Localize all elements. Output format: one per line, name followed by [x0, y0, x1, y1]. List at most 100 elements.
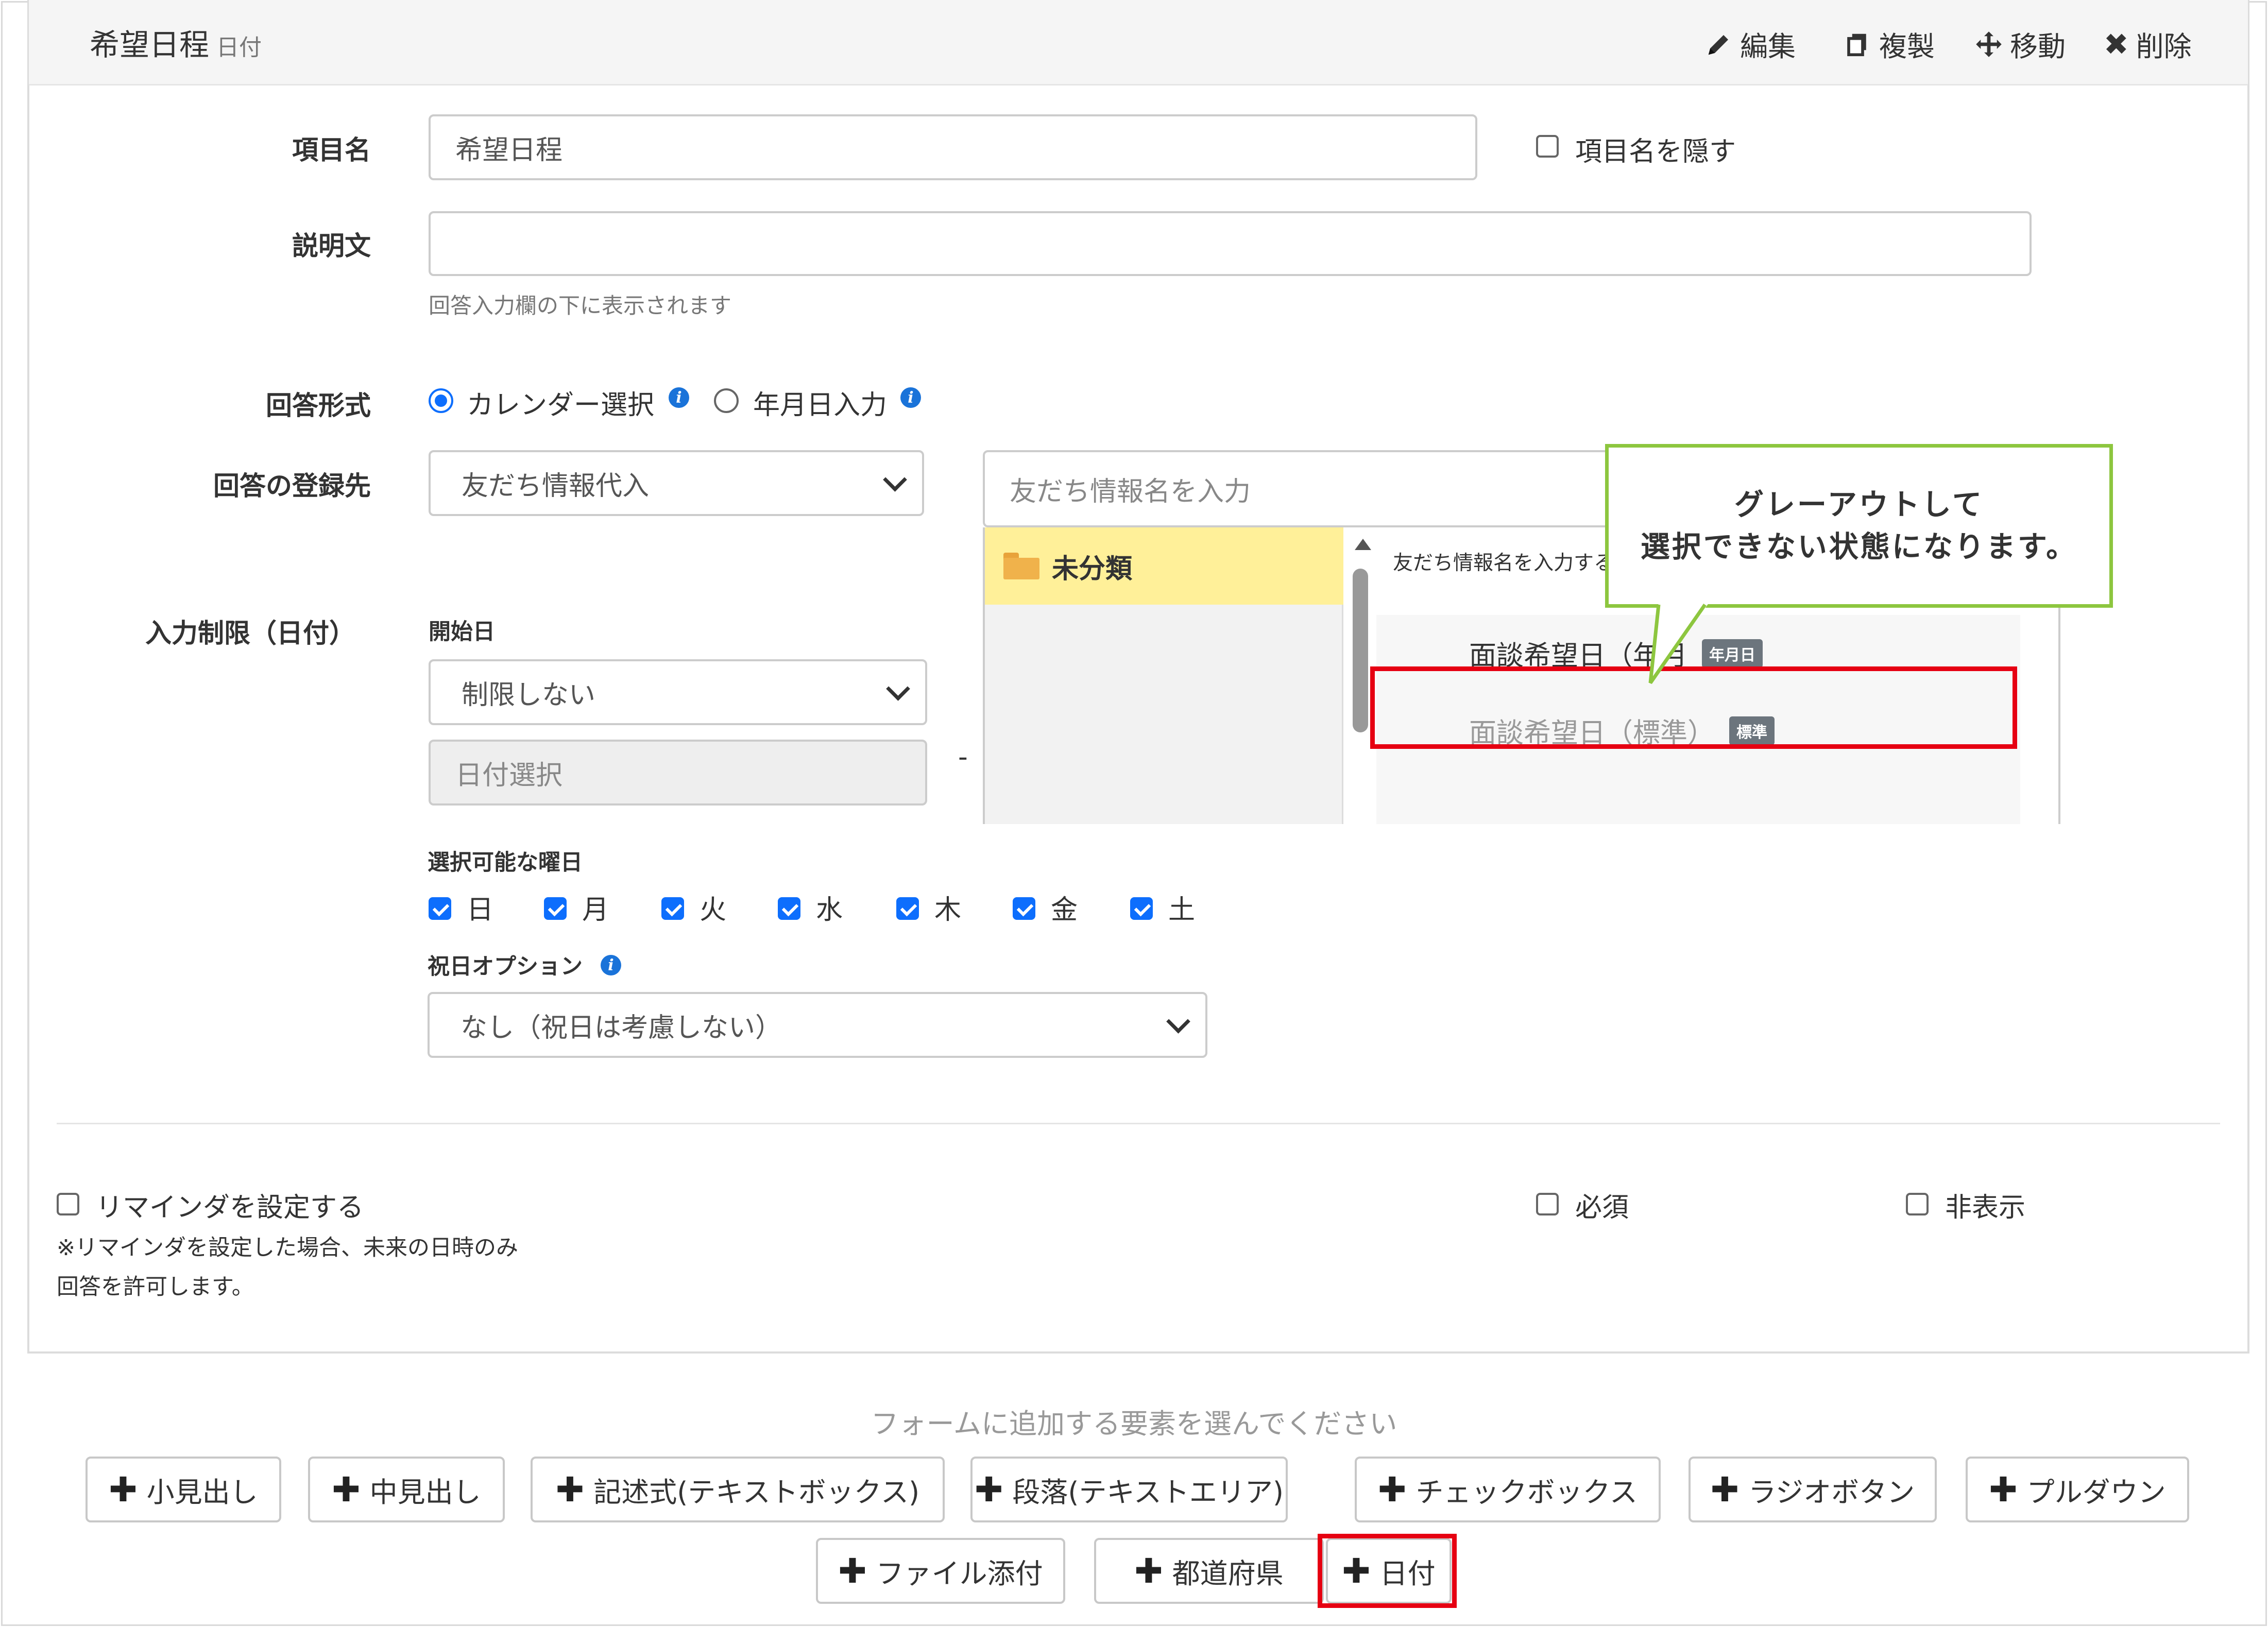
hidden-label: 非表示 — [1945, 1192, 2026, 1223]
folder-icon — [1003, 553, 1039, 579]
add-radio-button[interactable]: ✚ ラジオボタン — [1689, 1457, 1937, 1522]
add-medium-heading-button[interactable]: ✚ 中見出し — [308, 1457, 505, 1522]
weekday-sun-checkbox[interactable] — [429, 897, 451, 920]
weekday-fri-label: 金 — [1051, 895, 1078, 926]
plus-icon: ✚ — [1989, 1469, 2018, 1510]
chevron-down-icon — [1166, 1009, 1190, 1034]
section-divider — [57, 1123, 2220, 1124]
add-elements-prompt: フォームに追加する要素を選んでください — [871, 1408, 1397, 1440]
add-button-label: チェックボックス — [1416, 1476, 1638, 1509]
delete-label: 削除 — [2136, 30, 2192, 63]
add-button-label: 記述式(テキストボックス) — [593, 1476, 920, 1509]
add-textarea-button[interactable]: ✚ 段落(テキストエリア) — [970, 1457, 1288, 1522]
add-button-label: 都道府県 — [1172, 1557, 1284, 1590]
friend-info-search-input[interactable]: 友だち情報名を入力 — [983, 450, 1632, 527]
start-date-label: 開始日 — [429, 619, 495, 645]
delete-button[interactable]: ✖ 削除 — [2104, 24, 2192, 64]
hide-item-name-label: 項目名を隠す — [1575, 136, 1736, 167]
close-icon: ✖ — [2104, 26, 2129, 62]
info-icon[interactable]: i — [601, 955, 621, 975]
reminder-note-1: ※リマインダを設定した場合、未来の日時のみ — [57, 1235, 519, 1261]
plus-icon: ✚ — [1710, 1469, 1740, 1510]
add-small-heading-button[interactable]: ✚ 小見出し — [86, 1457, 281, 1522]
plus-icon: ✚ — [975, 1469, 1003, 1510]
weekday-mon-checkbox[interactable] — [544, 897, 567, 920]
holiday-option-label: 祝日オプション — [428, 954, 583, 980]
description-hint: 回答入力欄の下に表示されます — [429, 293, 732, 318]
required-checkbox[interactable] — [1536, 1193, 1559, 1215]
add-checkbox-button[interactable]: ✚ チェックボックス — [1355, 1457, 1661, 1522]
add-pulldown-button[interactable]: ✚ プルダウン — [1966, 1457, 2189, 1522]
reminder-checkbox[interactable] — [57, 1193, 79, 1215]
weekday-tue-label: 火 — [700, 895, 727, 926]
category-item[interactable]: 未分類 — [985, 527, 1343, 605]
date-button-highlight — [1318, 1534, 1457, 1608]
move-label: 移動 — [2010, 30, 2066, 63]
add-textbox-button[interactable]: ✚ 記述式(テキストボックス) — [531, 1457, 945, 1522]
weekday-tue-checkbox[interactable] — [661, 897, 684, 920]
calendar-radio-label: カレンダー選択 — [467, 390, 655, 421]
category-column: 未分類 — [985, 527, 1343, 824]
item-name-input[interactable]: 希望日程 — [429, 114, 1477, 180]
hidden-checkbox[interactable] — [1906, 1193, 1929, 1215]
add-button-label: ファイル添付 — [876, 1557, 1043, 1590]
date-range-separator: - — [958, 742, 968, 773]
date-entry-radio[interactable] — [714, 388, 739, 413]
weekday-fri-checkbox[interactable] — [1013, 897, 1035, 920]
chevron-down-icon — [883, 468, 907, 492]
weekday-wed-label: 水 — [816, 895, 843, 926]
chevron-down-icon — [886, 677, 910, 701]
add-button-label: 段落(テキストエリア) — [1012, 1476, 1284, 1509]
move-button[interactable]: 移動 — [1975, 24, 2066, 64]
add-button-label: ラジオボタン — [1748, 1476, 1915, 1509]
weekdays-label: 選択可能な曜日 — [428, 850, 583, 876]
pencil-icon — [1708, 35, 1728, 55]
item-title-text: 希望日程 — [90, 27, 210, 62]
weekday-sun-label: 日 — [467, 895, 494, 926]
weekday-wed-checkbox[interactable] — [778, 897, 800, 920]
weekday-thu-label: 木 — [934, 895, 962, 926]
scroll-up-icon[interactable] — [1355, 539, 1371, 550]
add-button-label: 中見出し — [369, 1476, 481, 1509]
copy-icon — [1847, 33, 1866, 56]
category-label: 未分類 — [1052, 553, 1133, 585]
edit-button[interactable]: 編集 — [1705, 24, 1796, 64]
plus-icon: ✚ — [332, 1469, 361, 1510]
item-title: 希望日程 日付 — [90, 21, 262, 64]
holiday-option-select[interactable]: なし（祝日は考慮しない） — [428, 992, 1207, 1058]
start-limit-value: 制限しない — [462, 679, 596, 711]
weekday-sat-checkbox[interactable] — [1130, 897, 1153, 920]
plus-icon: ✚ — [109, 1469, 138, 1510]
hide-item-name-checkbox[interactable] — [1536, 135, 1559, 158]
plus-icon: ✚ — [1134, 1551, 1163, 1591]
plus-icon: ✚ — [555, 1469, 585, 1510]
weekday-mon-label: 月 — [582, 895, 609, 926]
calendar-radio[interactable] — [429, 388, 453, 413]
register-to-select[interactable]: 友だち情報代入 — [429, 450, 924, 516]
item-type-label: 日付 — [216, 35, 262, 61]
annotation-callout: グレーアウトして 選択できない状態になります。 — [1605, 444, 2113, 608]
description-input[interactable] — [429, 211, 2032, 276]
list-header: 友だち情報名を入力する — [1393, 552, 1614, 575]
register-to-label: 回答の登録先 — [213, 471, 371, 502]
copy-button[interactable]: 複製 — [1844, 24, 1935, 64]
start-date-input: 日付選択 — [429, 740, 927, 806]
scrollbar[interactable] — [1346, 527, 1373, 824]
plus-icon: ✚ — [1378, 1469, 1407, 1510]
scrollbar-thumb[interactable] — [1353, 569, 1368, 732]
add-button-label: プルダウン — [2026, 1476, 2166, 1509]
required-label: 必須 — [1575, 1192, 1629, 1223]
edit-label: 編集 — [1740, 30, 1796, 63]
callout-pointer — [1648, 603, 1709, 685]
reminder-label: リマインダを設定する — [96, 1192, 364, 1223]
input-limit-label: 入力制限（日付） — [145, 619, 355, 649]
add-file-button[interactable]: ✚ ファイル添付 — [816, 1538, 1065, 1604]
add-prefecture-button[interactable]: ✚ 都道府県 — [1094, 1538, 1324, 1604]
weekday-sat-label: 土 — [1168, 895, 1196, 926]
weekday-thu-checkbox[interactable] — [896, 897, 919, 920]
info-icon[interactable]: i — [900, 387, 921, 408]
info-icon[interactable]: i — [669, 387, 689, 408]
reminder-note-2: 回答を許可します。 — [57, 1274, 254, 1300]
start-limit-select[interactable]: 制限しない — [429, 659, 927, 725]
answer-format-label: 回答形式 — [265, 391, 371, 421]
